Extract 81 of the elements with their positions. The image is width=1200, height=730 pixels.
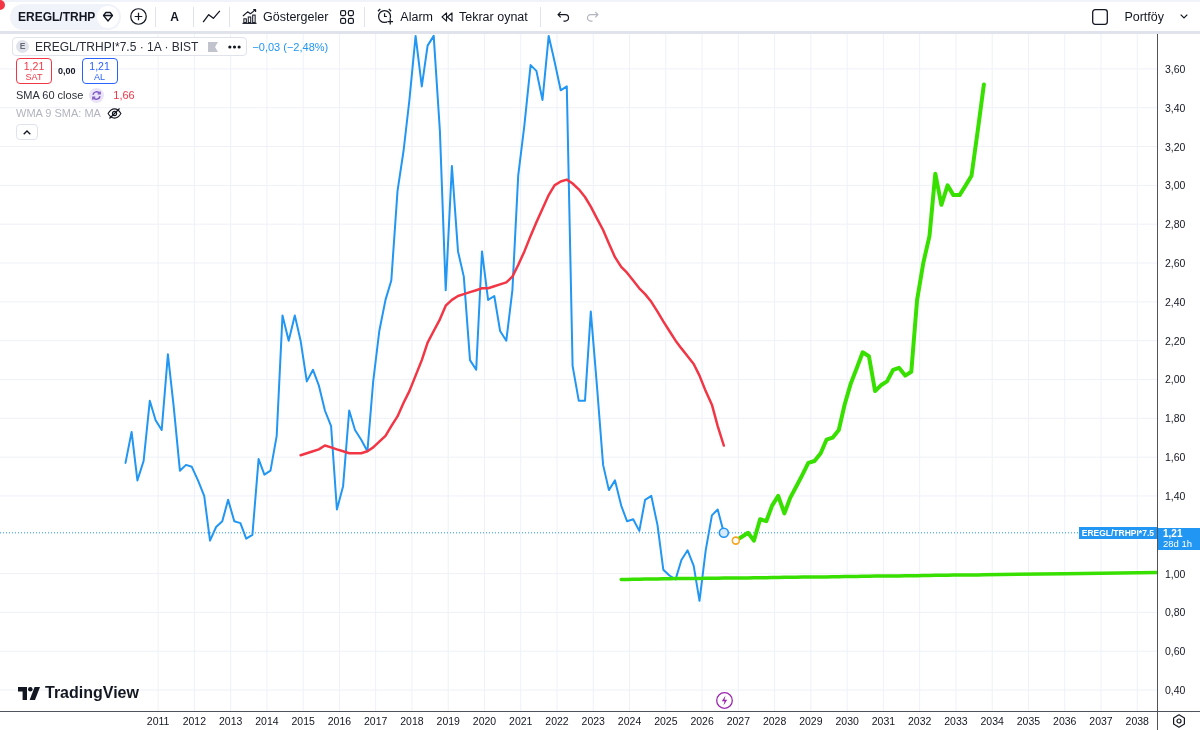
- price-axis-label: 0,40: [1165, 684, 1186, 697]
- symbol-logo: E: [16, 40, 29, 53]
- time-axis-label: 2029: [799, 715, 823, 727]
- price-axis-label: 3,60: [1165, 62, 1186, 75]
- price-axis-label: 0,80: [1165, 606, 1186, 619]
- point-marker-icon: [718, 527, 730, 539]
- collapse-button[interactable]: [16, 124, 38, 140]
- time-axis-label: 2033: [944, 715, 968, 727]
- time-axis-label: 2031: [871, 715, 896, 727]
- spread-value: 0,00: [58, 66, 76, 76]
- anchor-dot-icon[interactable]: [731, 536, 741, 545]
- time-axis-label: 2037: [1089, 715, 1113, 727]
- alert-button[interactable]: Alarm: [373, 3, 437, 30]
- time-axis-label: 2024: [617, 715, 642, 727]
- time-axis-label: 2038: [1125, 715, 1149, 727]
- symbol-price-tag: EREGL/TRHPI*7.5: [1078, 526, 1157, 539]
- indicator-name[interactable]: SMA 60 close: [16, 89, 84, 101]
- price-axis-label: 1,40: [1165, 489, 1186, 502]
- time-axis-label: 2028: [762, 715, 787, 727]
- circular-arrows-icon: [89, 87, 105, 103]
- time-axis-label: 2021: [509, 715, 533, 727]
- indicators-button[interactable]: Göstergeler: [238, 3, 333, 30]
- brand-logo-icon: [18, 686, 40, 700]
- time-axis-label: 2036: [1053, 715, 1077, 727]
- symbol-button[interactable]: EREGL/TRHP: [10, 3, 122, 30]
- brand-name: TradingView: [45, 684, 139, 702]
- replay-button[interactable]: Tekrar oynat: [437, 3, 532, 30]
- more-icon[interactable]: [228, 44, 242, 49]
- chart-icon: [242, 9, 257, 24]
- settings-icon[interactable]: [1172, 714, 1186, 728]
- price-axis-label: 2,20: [1165, 334, 1186, 347]
- time-axis-label: 2025: [654, 715, 678, 727]
- sell-button[interactable]: 1,21 SAT: [16, 58, 52, 84]
- grid-icon[interactable]: [340, 9, 355, 24]
- time-axis-label: 2011: [146, 715, 170, 727]
- last-price: 1,21: [1163, 528, 1184, 540]
- price-axis-label: 3,00: [1165, 179, 1186, 192]
- time-axis-label: 2027: [726, 715, 750, 727]
- square-icon[interactable]: [1092, 8, 1109, 25]
- time-axis-label: 2012: [182, 715, 207, 727]
- price-axis-label: 2,60: [1165, 257, 1186, 269]
- lightning-icon[interactable]: [715, 692, 733, 709]
- countdown-timer: 28d 1h: [1163, 539, 1194, 550]
- time-axis-label: 2014: [255, 715, 279, 727]
- price-axis-label: 3,40: [1165, 101, 1186, 114]
- price-axis-label: 2,80: [1165, 218, 1186, 231]
- chevron-up-icon: [23, 129, 31, 135]
- time-axis-label: 2030: [835, 715, 859, 727]
- undo-icon[interactable]: [556, 11, 570, 22]
- time-axis-label: 2032: [908, 715, 932, 727]
- price-change: −0,03 (−2,48%): [252, 40, 329, 53]
- time-axis-label: 2022: [545, 715, 569, 727]
- price-axis-label: 3,20: [1165, 140, 1186, 153]
- time-axis-label: 2018: [400, 715, 424, 727]
- price-axis-label: 1,00: [1165, 567, 1186, 580]
- layout-name-button[interactable]: Portföy: [1120, 3, 1168, 30]
- price-axis-label: 2,00: [1165, 373, 1186, 386]
- line-chart-icon[interactable]: [202, 10, 221, 23]
- time-axis-label: 2020: [472, 715, 497, 727]
- price-axis-label: 2,40: [1165, 295, 1186, 308]
- time-axis-label: 2013: [218, 715, 243, 727]
- time-axis-label: 2035: [1016, 715, 1041, 727]
- eye-crossed-icon[interactable]: [106, 107, 122, 119]
- time-axis-label: 2034: [980, 715, 1004, 727]
- price-axis-label: 1,80: [1165, 412, 1186, 425]
- plus-icon[interactable]: [130, 8, 148, 25]
- time-axis-label: 2026: [690, 715, 714, 727]
- chevron-down-icon[interactable]: [1180, 14, 1188, 19]
- buy-button[interactable]: 1,21 AL: [81, 58, 118, 84]
- time-axis-label: 2023: [581, 715, 605, 727]
- indicator-value: 1,66: [113, 89, 135, 101]
- legend-title: EREGL/TRHPI*7.5 · 1A · BIST: [35, 39, 199, 54]
- interval-button[interactable]: A: [164, 3, 185, 30]
- alarm-clock-icon: [377, 8, 395, 25]
- time-axis-label: 2015: [291, 715, 315, 727]
- price-axis-label: 0,60: [1165, 645, 1186, 658]
- time-axis-label: 2016: [327, 715, 352, 727]
- time-axis-label: 2017: [364, 715, 388, 727]
- rewind-icon: [441, 11, 453, 22]
- time-axis-label: 2019: [436, 715, 460, 727]
- price-axis-label: 1,60: [1165, 451, 1186, 464]
